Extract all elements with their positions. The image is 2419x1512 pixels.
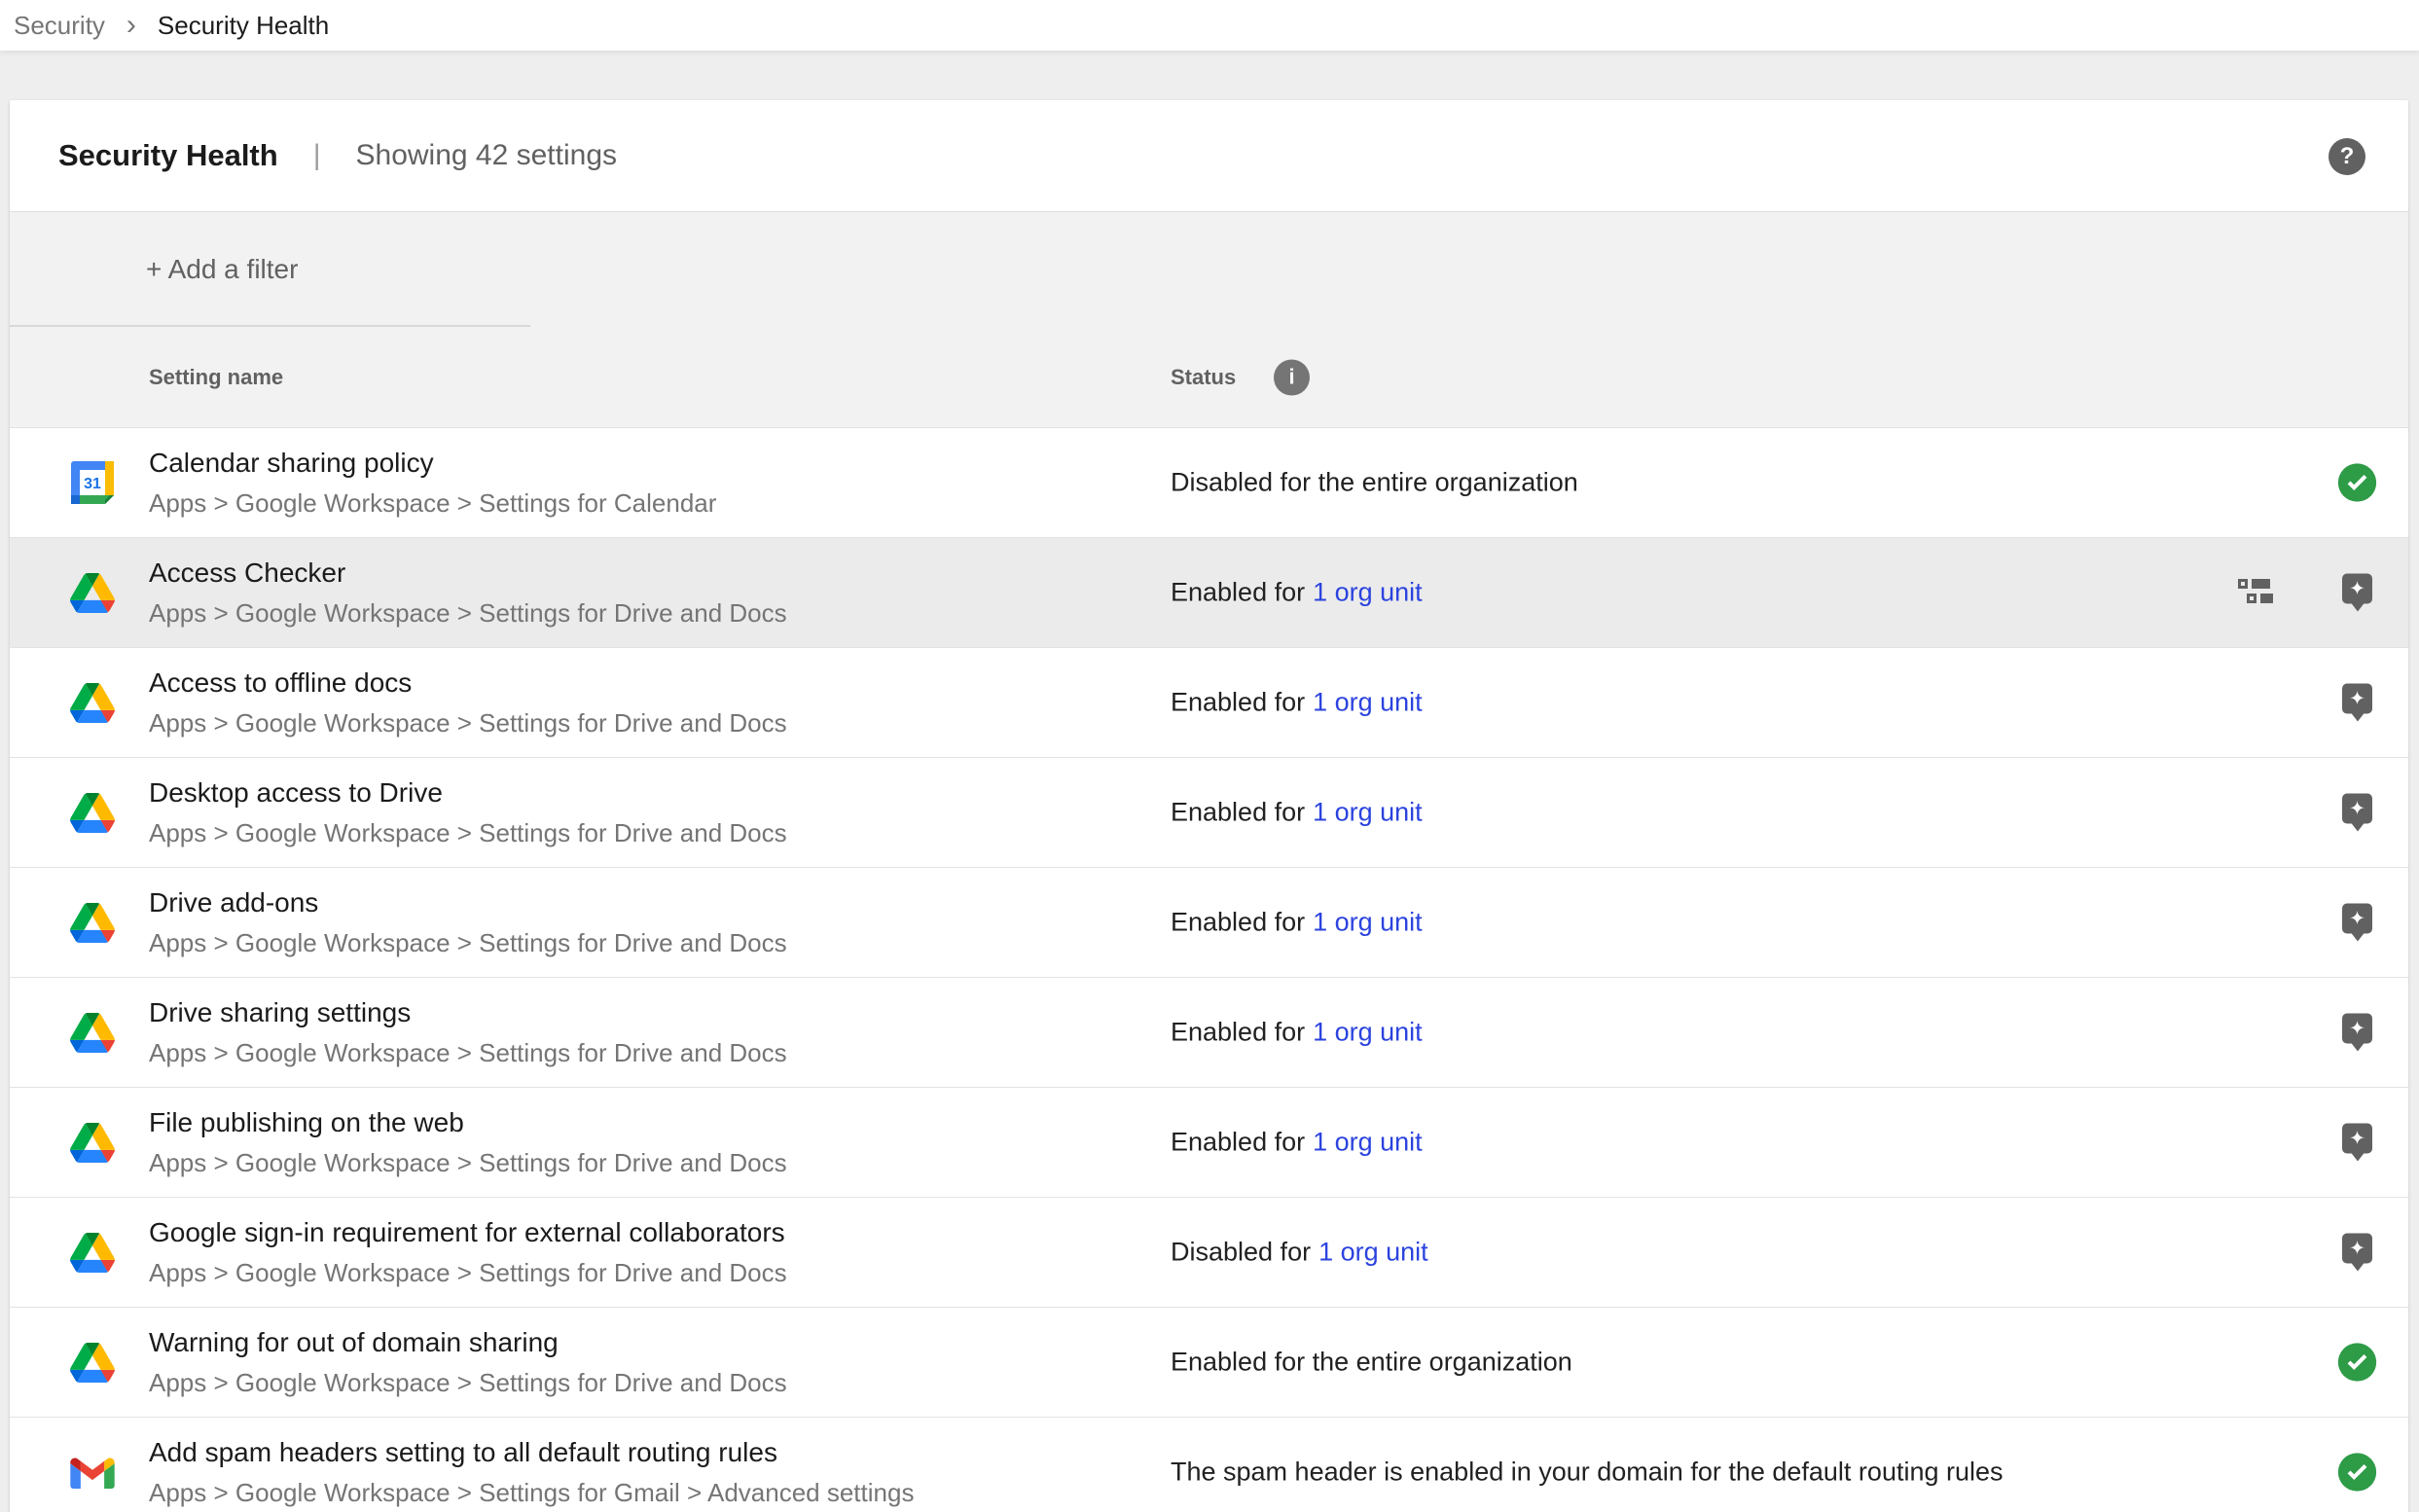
calendar-app-icon-cell: 31 xyxy=(70,460,115,505)
table-header: Setting name Status i xyxy=(10,327,2408,428)
setting-title: Desktop access to Drive xyxy=(149,779,787,807)
settings-count: Showing 42 settings xyxy=(356,139,618,172)
settings-list: 31 Calendar sharing policy Apps > Google… xyxy=(10,428,2408,1512)
setting-path: Apps > Google Workspace > Settings for D… xyxy=(149,1150,787,1175)
gmail-app-icon-cell xyxy=(70,1450,115,1494)
table-row[interactable]: 31 Calendar sharing policy Apps > Google… xyxy=(10,428,2408,538)
org-unit-link[interactable]: 1 org unit xyxy=(1313,908,1423,937)
table-row[interactable]: Access to offline docs Apps > Google Wor… xyxy=(10,648,2408,758)
setting-title: Add spam headers setting to all default … xyxy=(149,1439,914,1466)
drive-app-icon-cell xyxy=(70,1340,115,1385)
org-unit-link[interactable]: 1 org unit xyxy=(1313,1018,1423,1047)
recommendation-badge-icon[interactable]: ✦ xyxy=(2342,1014,2372,1044)
setting-path: Apps > Google Workspace > Settings for D… xyxy=(149,600,787,626)
table-row[interactable]: File publishing on the web Apps > Google… xyxy=(10,1088,2408,1198)
setting-title: Access Checker xyxy=(149,559,787,587)
org-units-icon xyxy=(2238,579,2273,606)
recommendation-badge-icon[interactable]: ✦ xyxy=(2342,1124,2372,1154)
setting-title: Google sign-in requirement for external … xyxy=(149,1219,787,1246)
drive-app-icon xyxy=(70,903,115,943)
setting-path: Apps > Google Workspace > Settings for D… xyxy=(149,1040,787,1065)
table-row[interactable]: Warning for out of domain sharing Apps >… xyxy=(10,1308,2408,1418)
table-row[interactable]: Desktop access to Drive Apps > Google Wo… xyxy=(10,758,2408,868)
status-text: Enabled for1 org unit xyxy=(1171,1018,1423,1048)
drive-app-icon-cell xyxy=(70,790,115,835)
setting-path: Apps > Google Workspace > Settings for D… xyxy=(149,710,787,736)
breadcrumb-chevron-icon: › xyxy=(126,11,136,40)
drive-app-icon-cell xyxy=(70,900,115,945)
status-ok-check-icon xyxy=(2337,1343,2377,1383)
status-text: Enabled for the entire organization xyxy=(1171,1348,1572,1378)
status-ok-check-icon xyxy=(2337,1453,2377,1493)
recommendation-badge-icon[interactable]: ✦ xyxy=(2342,574,2372,604)
drive-app-icon xyxy=(70,1343,115,1383)
column-header-status: Status xyxy=(1171,365,1236,390)
table-row[interactable]: Drive sharing settings Apps > Google Wor… xyxy=(10,978,2408,1088)
column-header-setting-name: Setting name xyxy=(149,365,283,390)
setting-path: Apps > Google Workspace > Settings for D… xyxy=(149,1370,787,1395)
breadcrumb: Security › Security Health xyxy=(0,0,2419,51)
gmail-app-icon xyxy=(70,1456,115,1489)
drive-app-icon xyxy=(70,1013,115,1053)
setting-title: Drive add-ons xyxy=(149,889,787,917)
table-row[interactable]: Google sign-in requirement for external … xyxy=(10,1198,2408,1308)
status-text: Enabled for1 org unit xyxy=(1171,908,1423,938)
drive-app-icon-cell xyxy=(70,1120,115,1165)
recommendation-badge-icon[interactable]: ✦ xyxy=(2342,684,2372,714)
drive-app-icon xyxy=(70,1123,115,1163)
recommendation-badge-icon[interactable]: ✦ xyxy=(2342,904,2372,934)
setting-path: Apps > Google Workspace > Settings for G… xyxy=(149,1480,914,1505)
drive-app-icon xyxy=(70,573,115,613)
setting-title: File publishing on the web xyxy=(149,1109,787,1136)
org-unit-link[interactable]: 1 org unit xyxy=(1313,798,1423,827)
drive-app-icon xyxy=(70,683,115,723)
status-text: Enabled for1 org unit xyxy=(1171,798,1423,828)
table-row[interactable]: Drive add-ons Apps > Google Workspace > … xyxy=(10,868,2408,978)
setting-path: Apps > Google Workspace > Settings for D… xyxy=(149,930,787,955)
status-ok-check-icon xyxy=(2337,463,2377,503)
status-text: Disabled for1 org unit xyxy=(1171,1238,1428,1268)
setting-title: Warning for out of domain sharing xyxy=(149,1329,787,1356)
title-divider: | xyxy=(313,139,321,172)
org-unit-link[interactable]: 1 org unit xyxy=(1313,688,1423,717)
status-text: Disabled for the entire organization xyxy=(1171,468,1578,498)
drive-app-icon xyxy=(70,1233,115,1273)
info-icon[interactable]: i xyxy=(1274,359,1310,395)
org-unit-link[interactable]: 1 org unit xyxy=(1313,1128,1423,1157)
org-unit-link[interactable]: 1 org unit xyxy=(1318,1238,1428,1267)
help-icon[interactable]: ? xyxy=(2329,138,2365,175)
page-title: Security Health xyxy=(58,138,278,173)
setting-path: Apps > Google Workspace > Settings for C… xyxy=(149,490,716,516)
breadcrumb-current: Security Health xyxy=(158,11,329,41)
setting-title: Drive sharing settings xyxy=(149,999,787,1026)
filter-section: + Add a filter xyxy=(10,212,2408,327)
recommendation-badge-icon[interactable]: ✦ xyxy=(2342,794,2372,824)
add-filter-button[interactable]: + Add a filter xyxy=(146,254,298,285)
drive-app-icon-cell xyxy=(70,1230,115,1275)
setting-title: Access to offline docs xyxy=(149,669,787,697)
calendar-app-icon: 31 xyxy=(71,461,114,504)
status-text: Enabled for1 org unit xyxy=(1171,688,1423,718)
drive-app-icon-cell xyxy=(70,1010,115,1055)
drive-app-icon-cell xyxy=(70,680,115,725)
status-text: Enabled for1 org unit xyxy=(1171,578,1423,608)
setting-title: Calendar sharing policy xyxy=(149,450,716,477)
security-health-card: Security Health | Showing 42 settings ? … xyxy=(10,100,2408,1512)
setting-path: Apps > Google Workspace > Settings for D… xyxy=(149,820,787,846)
svg-text:31: 31 xyxy=(84,476,101,492)
filter-list-icon[interactable] xyxy=(70,253,105,282)
drive-app-icon xyxy=(70,793,115,833)
drive-app-icon-cell xyxy=(70,570,115,615)
table-row[interactable]: Access Checker Apps > Google Workspace >… xyxy=(10,538,2408,648)
status-text: The spam header is enabled in your domai… xyxy=(1171,1458,2004,1488)
breadcrumb-parent-link[interactable]: Security xyxy=(14,11,105,41)
status-text: Enabled for1 org unit xyxy=(1171,1128,1423,1158)
setting-path: Apps > Google Workspace > Settings for D… xyxy=(149,1260,787,1285)
card-header: Security Health | Showing 42 settings ? xyxy=(10,100,2408,212)
org-unit-link[interactable]: 1 org unit xyxy=(1313,578,1423,607)
table-row[interactable]: Add spam headers setting to all default … xyxy=(10,1418,2408,1512)
recommendation-badge-icon[interactable]: ✦ xyxy=(2342,1234,2372,1264)
